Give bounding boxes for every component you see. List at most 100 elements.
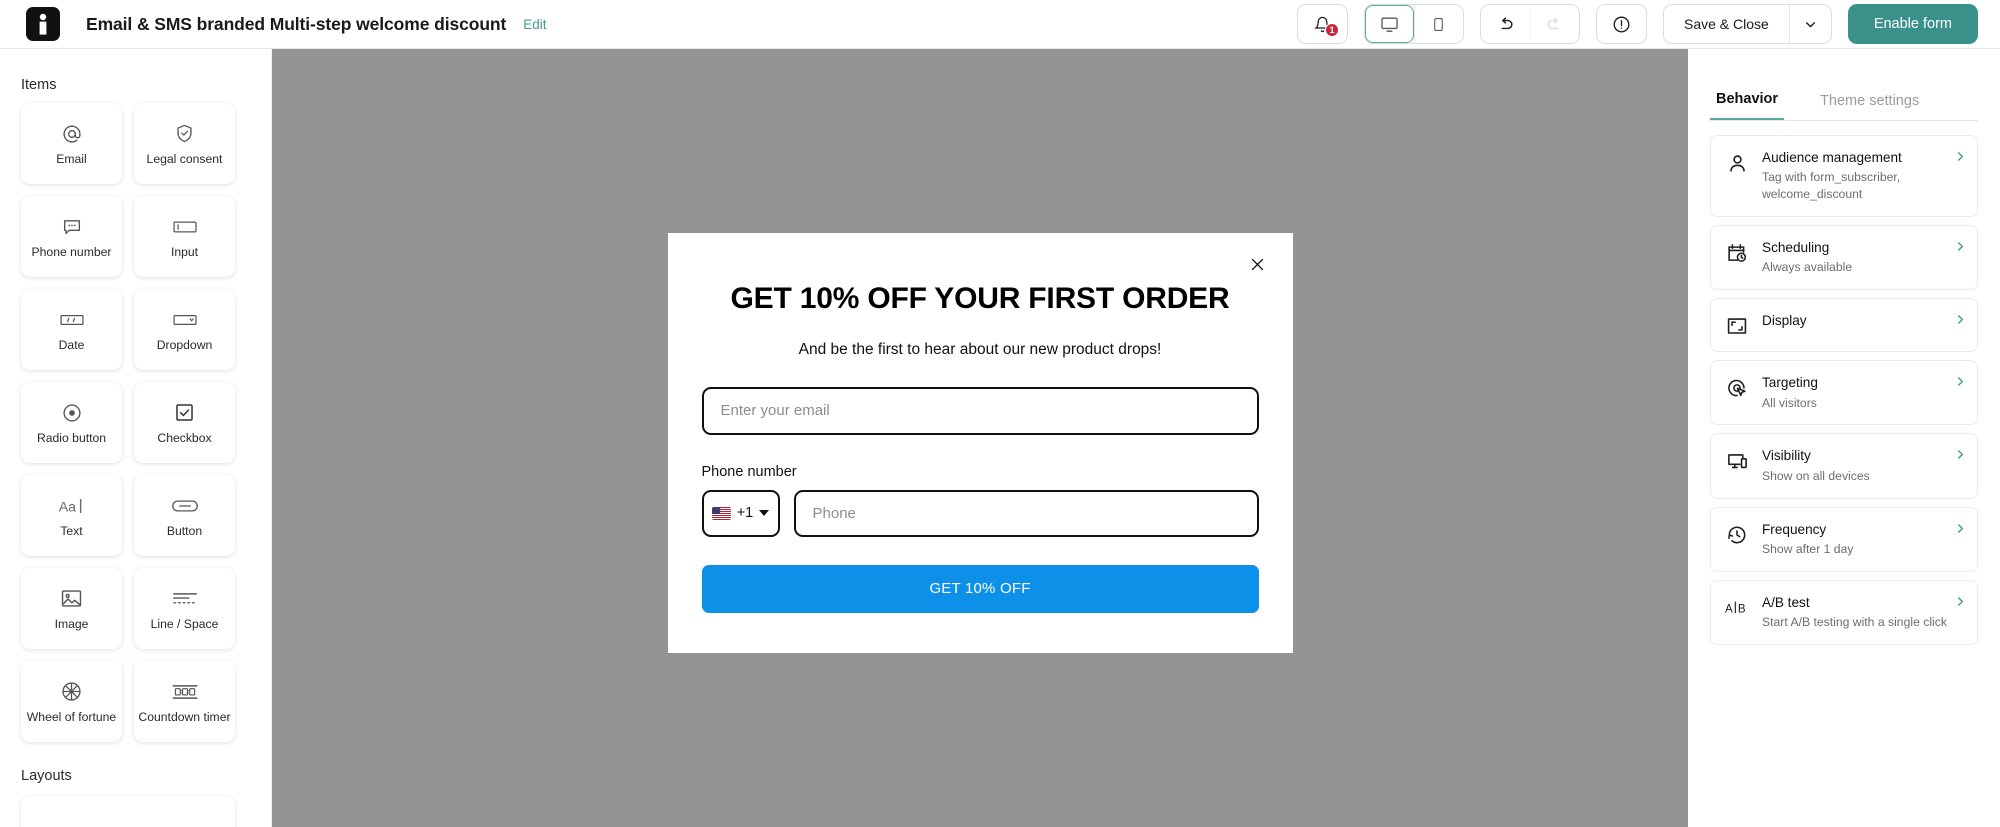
item-line-space[interactable]: Line / Space (134, 568, 235, 649)
item-label: Input (170, 244, 199, 259)
modal-subheadline: And be the first to hear about our new p… (798, 340, 1162, 358)
item-date[interactable]: Date (21, 289, 122, 370)
desktop-view-button[interactable] (1364, 5, 1414, 43)
item-email[interactable]: Email (21, 103, 122, 184)
card-display[interactable]: Display (1710, 298, 1978, 353)
at-sign-icon (61, 121, 83, 147)
save-close-button[interactable]: Save & Close (1664, 5, 1789, 43)
item-label: Legal consent (146, 151, 223, 166)
item-label: Countdown timer (138, 709, 231, 724)
phone-number-label: Phone number (701, 463, 797, 480)
country-code-select[interactable]: +1 (701, 489, 780, 537)
card-description: Tag with form_subscriber, welcome_discou… (1762, 170, 1901, 202)
item-label: Text (60, 523, 83, 538)
card-text: Scheduling Always available (1762, 239, 1949, 276)
image-icon (60, 586, 83, 612)
mobile-view-button[interactable] (1413, 5, 1463, 43)
info-group (1595, 4, 1647, 44)
card-description: Show on all devices (1762, 468, 1870, 483)
card-visibility[interactable]: Visibility Show on all devices (1710, 433, 1978, 499)
card-targeting[interactable]: Targeting All visitors (1710, 360, 1978, 426)
card-description: All visitors (1762, 395, 1817, 410)
card-description: Always available (1762, 260, 1853, 275)
edit-title-link[interactable]: Edit (523, 17, 546, 32)
email-field[interactable]: Enter your email (701, 386, 1259, 435)
chevron-down-icon[interactable] (1788, 5, 1831, 43)
panel-tabs: Behavior Theme settings (1710, 71, 1978, 121)
date-field-icon (59, 307, 85, 333)
item-legal-consent[interactable]: Legal consent (134, 103, 235, 184)
undo-button[interactable] (1480, 5, 1530, 43)
item-phone-number[interactable]: Phone number (21, 196, 122, 277)
behavior-card-list: Audience management Tag with form_subscr… (1710, 135, 1978, 645)
item-checkbox[interactable]: Checkbox (134, 382, 235, 463)
chevron-right-icon (1955, 150, 1966, 165)
country-code-value: +1 (736, 505, 754, 522)
card-title: Audience management (1762, 150, 1902, 165)
device-toggle-group (1363, 4, 1464, 44)
settings-panel: Behavior Theme settings Audience managem… (1688, 49, 2000, 827)
countdown-timer-icon (171, 679, 199, 705)
tab-theme-settings[interactable]: Theme settings (1814, 93, 1925, 120)
history-group (1479, 4, 1580, 44)
items-heading: Items (21, 77, 57, 93)
message-dots-icon (61, 214, 83, 240)
card-text: Targeting All visitors (1762, 374, 1949, 411)
item-button[interactable]: Button (134, 475, 235, 556)
card-title: Targeting (1762, 375, 1818, 391)
item-countdown-timer[interactable]: Countdown timer (134, 661, 235, 742)
close-icon[interactable] (1245, 251, 1271, 277)
card-title: Frequency (1762, 521, 1827, 537)
chevron-right-icon (1955, 522, 1966, 537)
item-label: Image (54, 616, 89, 631)
cta-submit-button[interactable]: GET 10% OFF (701, 564, 1259, 613)
tab-behavior[interactable]: Behavior (1710, 91, 1785, 120)
item-text[interactable]: Aa Text (21, 475, 122, 556)
form-canvas: GET 10% OFF YOUR FIRST ORDER And be the … (272, 49, 1688, 827)
shield-check-icon (174, 121, 195, 147)
redo-button[interactable] (1529, 5, 1579, 43)
ab-test-icon: A B (1725, 596, 1749, 620)
card-audience-management[interactable]: Audience management Tag with form_subscr… (1710, 135, 1978, 217)
svg-text:B: B (1738, 603, 1746, 615)
svg-text:A: A (1725, 603, 1733, 615)
card-text: Visibility Show on all devices (1762, 447, 1949, 484)
card-title: A/B test (1762, 594, 1810, 610)
form-modal-preview: GET 10% OFF YOUR FIRST ORDER And be the … (667, 233, 1293, 653)
item-input[interactable]: Input (134, 196, 235, 277)
card-text: Display (1762, 312, 1949, 330)
layout-card[interactable] (21, 796, 235, 827)
card-ab-test[interactable]: A B A/B test Start A/B testing with a si… (1710, 579, 1978, 645)
button-pill-icon (171, 493, 199, 519)
card-scheduling[interactable]: Scheduling Always available (1710, 225, 1978, 291)
chevron-right-icon (1955, 448, 1966, 463)
notification-badge: 1 (1324, 23, 1339, 37)
item-label: Dropdown (156, 337, 213, 352)
text-cursor-icon: Aa (57, 493, 87, 519)
notifications-button[interactable]: 1 (1297, 5, 1347, 43)
page-title: Email & SMS branded Multi-step welcome d… (86, 13, 507, 34)
chevron-right-icon (1955, 595, 1966, 610)
item-wheel-of-fortune[interactable]: Wheel of fortune (21, 661, 122, 742)
devices-icon (1725, 449, 1749, 473)
line-space-icon (171, 586, 199, 612)
item-image[interactable]: Image (21, 568, 122, 649)
toolbar-actions: 1 Save & Close Enable form (1296, 4, 1978, 44)
item-dropdown[interactable]: Dropdown (134, 289, 235, 370)
alert-circle-button[interactable] (1596, 5, 1646, 43)
caret-down-icon (759, 510, 770, 517)
phone-row: +1 Phone (701, 489, 1259, 537)
card-text: A/B test Start A/B testing with a single… (1762, 594, 1949, 631)
item-label: Wheel of fortune (26, 709, 117, 724)
notifications-group: 1 (1296, 4, 1348, 44)
phone-field[interactable]: Phone (793, 489, 1259, 537)
card-title: Display (1762, 313, 1807, 329)
item-radio-button[interactable]: Radio button (21, 382, 122, 463)
card-frequency[interactable]: Frequency Show after 1 day (1710, 506, 1978, 572)
enable-form-button[interactable]: Enable form (1847, 4, 1978, 44)
item-label: Phone number (31, 244, 112, 259)
dropdown-icon (172, 307, 198, 333)
chevron-right-icon (1955, 375, 1966, 390)
targeting-cursor-icon (1725, 376, 1749, 400)
brand-logo-icon[interactable] (26, 7, 60, 41)
